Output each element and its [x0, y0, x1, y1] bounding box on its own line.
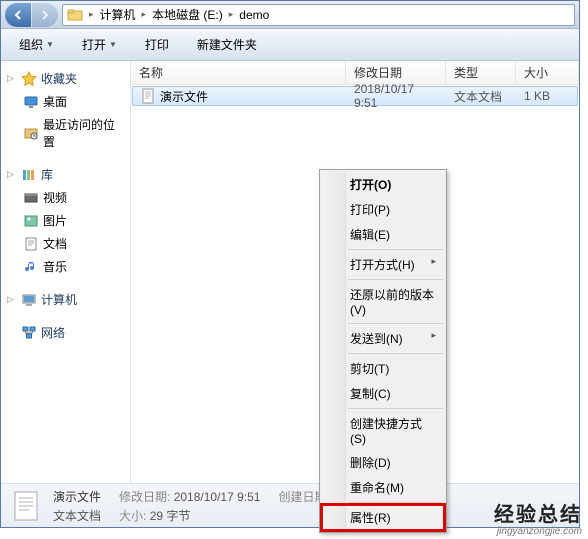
sidebar-libraries[interactable]: ▷库 — [1, 163, 130, 186]
picture-icon — [23, 213, 39, 229]
breadcrumb-drive[interactable]: 本地磁盘 (E:) — [148, 5, 227, 25]
sidebar-network[interactable]: 网络 — [1, 321, 130, 344]
context-menu: 打开(O) 打印(P) 编辑(E) 打开方式(H)▸ 还原以前的版本(V) 发送… — [319, 169, 447, 533]
document-icon — [23, 236, 39, 252]
ctx-copy[interactable]: 复制(C) — [322, 381, 444, 406]
text-file-icon — [9, 489, 43, 523]
ctx-print[interactable]: 打印(P) — [322, 197, 444, 222]
column-name[interactable]: 名称 — [131, 61, 346, 84]
body: ▷收藏夹 桌面 最近访问的位置 ▷库 视频 图片 文档 音乐 ▷计算机 网络 名… — [1, 61, 579, 483]
ctx-separator — [348, 353, 443, 354]
video-icon — [23, 190, 39, 206]
sidebar-favorites[interactable]: ▷收藏夹 — [1, 67, 130, 90]
ctx-open[interactable]: 打开(O) — [322, 172, 444, 197]
breadcrumb-computer[interactable]: 计算机 — [96, 5, 140, 25]
watermark: 经验总结 jingyanzongjie.com — [494, 504, 582, 537]
organize-button[interactable]: 组织▼ — [9, 32, 64, 57]
sidebar-item-documents[interactable]: 文档 — [1, 232, 130, 255]
status-filename: 演示文件 — [53, 488, 101, 505]
chevron-down-icon: ▼ — [46, 40, 54, 49]
sidebar-item-pictures[interactable]: 图片 — [1, 209, 130, 232]
sidebar: ▷收藏夹 桌面 最近访问的位置 ▷库 视频 图片 文档 音乐 ▷计算机 网络 — [1, 61, 131, 483]
ctx-separator — [348, 502, 443, 503]
folder-icon — [67, 7, 83, 23]
address-bar[interactable]: ▸ 计算机 ▸ 本地磁盘 (E:) ▸ demo — [62, 4, 575, 26]
ctx-separator — [348, 279, 443, 280]
column-size[interactable]: 大小 — [516, 61, 579, 84]
chevron-right-icon[interactable]: ▸ — [140, 5, 149, 25]
ctx-separator — [348, 323, 443, 324]
ctx-restore[interactable]: 还原以前的版本(V) — [322, 282, 444, 321]
ctx-separator — [348, 249, 443, 250]
file-row[interactable]: 演示文件 2018/10/17 9:51 文本文档 1 KB — [132, 86, 578, 106]
ctx-rename[interactable]: 重命名(M) — [322, 475, 444, 500]
print-button[interactable]: 打印 — [135, 32, 179, 57]
explorer-window: ▸ 计算机 ▸ 本地磁盘 (E:) ▸ demo 组织▼ 打开▼ 打印 新建文件… — [0, 0, 580, 528]
star-icon — [21, 71, 37, 87]
back-button[interactable] — [5, 3, 31, 27]
new-folder-button[interactable]: 新建文件夹 — [187, 32, 267, 57]
ctx-openwith[interactable]: 打开方式(H)▸ — [322, 252, 444, 277]
sidebar-item-recent[interactable]: 最近访问的位置 — [1, 113, 130, 153]
chevron-down-icon: ▼ — [109, 40, 117, 49]
text-file-icon — [140, 88, 156, 104]
status-filetype: 文本文档 — [53, 507, 101, 524]
toolbar: 组织▼ 打开▼ 打印 新建文件夹 — [1, 29, 579, 61]
desktop-icon — [23, 94, 39, 110]
sidebar-item-desktop[interactable]: 桌面 — [1, 90, 130, 113]
forward-button[interactable] — [32, 3, 58, 27]
chevron-right-icon[interactable]: ▸ — [87, 5, 96, 25]
ctx-properties[interactable]: 属性(R) — [322, 505, 444, 530]
sidebar-item-videos[interactable]: 视频 — [1, 186, 130, 209]
status-bar: 演示文件 修改日期: 2018/10/17 9:51 创建日期: 2018/10… — [1, 483, 579, 527]
ctx-cut[interactable]: 剪切(T) — [322, 356, 444, 381]
titlebar: ▸ 计算机 ▸ 本地磁盘 (E:) ▸ demo — [1, 1, 579, 29]
ctx-sendto[interactable]: 发送到(N)▸ — [322, 326, 444, 351]
chevron-right-icon[interactable]: ▸ — [227, 5, 236, 25]
chevron-right-icon: ▸ — [431, 256, 436, 267]
open-button[interactable]: 打开▼ — [72, 32, 127, 57]
sidebar-item-music[interactable]: 音乐 — [1, 255, 130, 278]
ctx-separator — [348, 408, 443, 409]
computer-icon — [21, 292, 37, 308]
file-list: 名称 修改日期 类型 大小 演示文件 2018/10/17 9:51 文本文档 … — [131, 61, 579, 483]
column-date[interactable]: 修改日期 — [346, 61, 446, 84]
ctx-edit[interactable]: 编辑(E) — [322, 222, 444, 247]
music-icon — [23, 259, 39, 275]
recent-icon — [23, 125, 39, 141]
sidebar-computer[interactable]: ▷计算机 — [1, 288, 130, 311]
ctx-delete[interactable]: 删除(D) — [322, 450, 444, 475]
breadcrumb-folder[interactable]: demo — [235, 5, 273, 25]
ctx-shortcut[interactable]: 创建快捷方式(S) — [322, 411, 444, 450]
network-icon — [21, 325, 37, 341]
column-type[interactable]: 类型 — [446, 61, 516, 84]
chevron-right-icon: ▸ — [431, 330, 436, 341]
library-icon — [21, 167, 37, 183]
